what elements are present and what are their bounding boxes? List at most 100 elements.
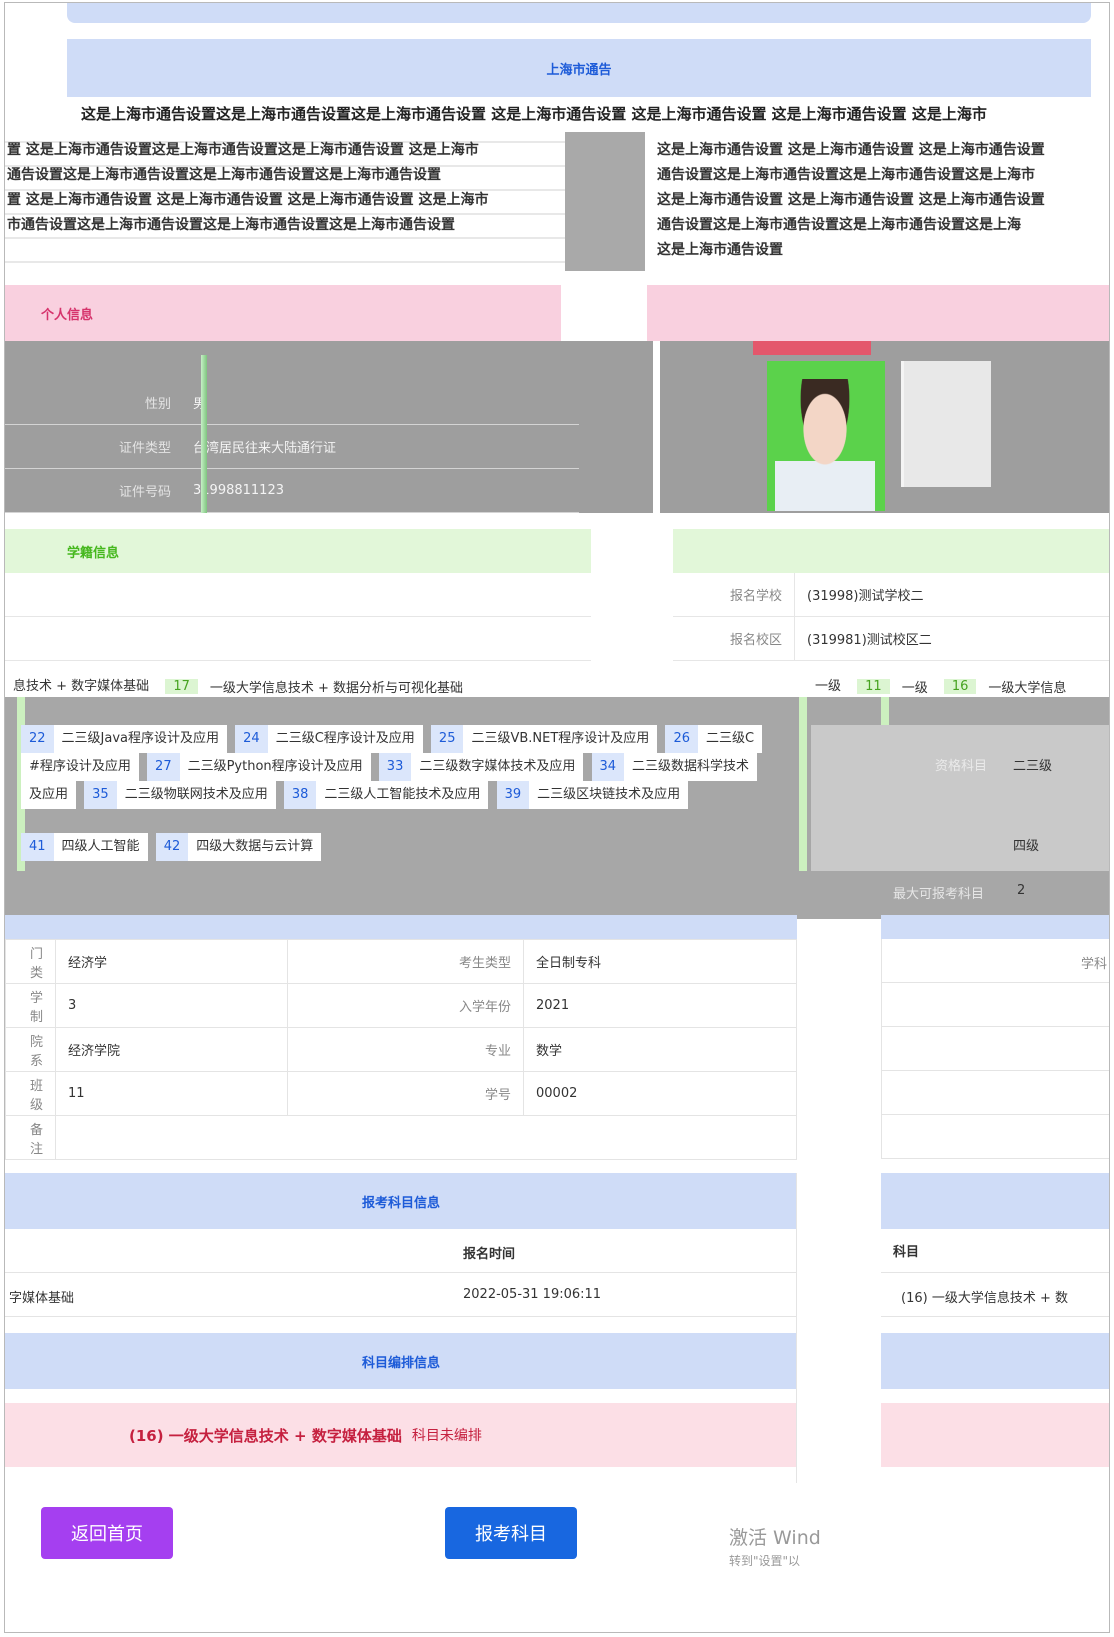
subject-tag[interactable]: 22 二三级Java程序设计及应用: [21, 725, 228, 753]
subject-name: 二三级人工智能技术及应用: [316, 781, 489, 809]
watermark-line: 转到"设置"以: [729, 1554, 801, 1568]
panel-border: [5, 1173, 797, 1483]
subject-number: 35: [84, 781, 117, 809]
activation-watermark: 激活 Wind 转到"设置"以: [729, 1523, 821, 1569]
subject-name: 二三级数据科学技术: [624, 753, 758, 781]
subject-tag[interactable]: 42 四级大数据与云计算: [155, 833, 322, 861]
subject-tag[interactable]: 16 一级大学信息: [943, 677, 1075, 696]
field-value: 3: [55, 983, 288, 1028]
back-home-button[interactable]: 返回首页: [41, 1507, 173, 1559]
subject-number: 24: [235, 725, 268, 753]
table-row: 门类 经济学 考生类型 全日制专科: [5, 939, 797, 984]
render-artifact: [753, 341, 871, 355]
subject-name: 二三级区块链技术及应用: [529, 781, 689, 809]
subject-tag[interactable]: 24 二三级C程序设计及应用: [235, 725, 423, 753]
subject-name: 二三级物联网技术及应用: [116, 781, 276, 809]
field-value: 台湾居民往来大陆通行证: [193, 441, 337, 456]
notice-line: 置 这是上海市通告设置这是上海市通告设置这是上海市通告设置 这是上海市: [7, 142, 479, 158]
subject-name: 二三级数字媒体技术及应用: [411, 753, 584, 781]
column-header-subject: 科目: [881, 1229, 1109, 1273]
subject-tag[interactable]: 及应用: [21, 781, 77, 809]
subject-name: 二三级C程序设计及应用: [267, 725, 423, 753]
field-label: 备注: [5, 1115, 56, 1160]
notice-line: 市通告设置这是上海市通告设置这是上海市通告设置这是上海市通告设置: [7, 217, 455, 233]
subject-tag[interactable]: 41 四级人工智能: [21, 833, 148, 861]
notice-line: 这是上海市通告设置 这是上海市通告设置 这是上海市通告设置: [657, 142, 1045, 158]
personal-info-title-right: [647, 285, 1109, 341]
table-row: 班级 11 学号 00002: [5, 1071, 797, 1116]
subject-name: 四级大数据与云计算: [188, 833, 322, 861]
student-info-right-table: 学科: [881, 939, 1109, 1159]
subject-name: 及应用: [21, 781, 77, 809]
subject-tag[interactable]: #程序设计及应用: [21, 753, 139, 781]
subject-tag[interactable]: 38 二三级人工智能技术及应用: [283, 781, 489, 809]
notice-line: 置 这是上海市通告设置 这是上海市通告设置 这是上海市通告设置 这是上海市: [7, 192, 489, 208]
field-value: 经济学: [55, 939, 288, 984]
student-photo: [767, 361, 885, 511]
subject-tag-row: #程序设计及应用 27 二三级Python程序设计及应用 33 二三级数字媒体技术及…: [21, 753, 797, 781]
enrollment-title-right: [673, 529, 1109, 573]
field-label: 报名学校: [673, 573, 795, 616]
subject-number: 42: [155, 833, 189, 861]
subject-tag[interactable]: 11 一级: [857, 677, 936, 696]
subject-tag[interactable]: 17 一级大学信息技术 + 数据分析与可视化基础: [165, 677, 472, 696]
schedule-alert-right: [881, 1403, 1109, 1467]
subject-tag[interactable]: 33 二三级数字媒体技术及应用: [378, 753, 584, 781]
subject-tag[interactable]: 34 二三级数据科学技术: [591, 753, 758, 781]
notice-line: 这是上海市通告设置: [657, 242, 783, 258]
qualification-label: 资格科目: [935, 759, 988, 774]
subject-tag[interactable]: 39 二三级区块链技术及应用: [496, 781, 689, 809]
apply-subject-button[interactable]: 报考科目: [445, 1507, 577, 1559]
table-row: [882, 1115, 1109, 1159]
notice-line: 通告设置这是上海市通告设置这是上海市通告设置这是上海市通告设置: [7, 167, 441, 183]
notice-overflow: 置 这是上海市通告设置这是上海市通告设置这是上海市通告设置 这是上海市 通告设置…: [5, 126, 1109, 271]
photo-panel: [660, 341, 1109, 513]
field-value: 全日制专科: [523, 939, 797, 984]
table-row: 院系 经济学院 专业 数学: [5, 1027, 797, 1072]
subject-tag[interactable]: 27 二三级Python程序设计及应用: [147, 753, 371, 781]
subject-number: 11: [857, 679, 890, 694]
subject-number: 34: [591, 753, 625, 781]
subject-name: 一级: [893, 677, 936, 696]
qualification-value: 二三级: [1013, 759, 1053, 774]
field-value: 00002: [523, 1071, 797, 1116]
field-label: 班级: [5, 1071, 56, 1116]
field-value: 2021: [523, 983, 797, 1028]
subject-name: 息技术 + 数字媒体基础: [5, 675, 158, 694]
subject-tag[interactable]: 息技术 + 数字媒体基础: [5, 675, 158, 694]
subject-name: 四级人工智能: [53, 833, 148, 861]
notice-line: 通告设置这是上海市通告设置这是上海市通告设置这是上海: [657, 217, 1021, 233]
subject-name: 二三级C: [697, 725, 763, 753]
table-row: 备注: [5, 1115, 797, 1160]
notice-line: 通告设置这是上海市通告设置这是上海市通告设置这是上海市: [657, 167, 1035, 183]
subject-tag[interactable]: 26 二三级C: [665, 725, 763, 753]
field-label: 专业: [287, 1027, 524, 1072]
table-row: [882, 1071, 1109, 1115]
subject-name: 一级大学信息技术 + 数据分析与可视化基础: [201, 677, 472, 696]
subject-tag-list: 22 二三级Java程序设计及应用 24 二三级C程序设计及应用 25 二三级VB.N…: [21, 725, 797, 861]
notice-line: 这是上海市通告设置 这是上海市通告设置 这是上海市通告设置: [657, 192, 1045, 208]
subject-name: 一级: [807, 675, 850, 694]
apply-subject-right: (16) 一级大学信息技术 + 数: [881, 1273, 1109, 1317]
subject-tag-row: 及应用 35 二三级物联网技术及应用 38 二三级人工智能技术及应用 39 二三级区块…: [21, 781, 797, 809]
apply-info-title-right: [881, 1173, 1109, 1229]
schedule-info-title-right: [881, 1333, 1109, 1389]
subject-tag[interactable]: 35 二三级物联网技术及应用: [84, 781, 276, 809]
max-subjects-label: 最大可报考科目: [893, 887, 985, 902]
personal-row-id-type: 证件类型 台湾居民往来大陆通行证: [5, 425, 579, 469]
top-bar: [67, 3, 1091, 23]
subject-number: 39: [496, 781, 530, 809]
field-label: 证件类型: [118, 441, 171, 456]
subject-tag[interactable]: 一级: [807, 675, 850, 694]
personal-info-title: 个人信息: [5, 285, 561, 341]
notice-left-column: 置 这是上海市通告设置这是上海市通告设置这是上海市通告设置 这是上海市 通告设置…: [5, 138, 565, 263]
level-one-subjects: 息技术 + 数字媒体基础 17 一级大学信息技术 + 数据分析与可视化基础 一级 …: [5, 675, 1109, 697]
subject-number: 38: [283, 781, 317, 809]
field-value: 数学: [523, 1027, 797, 1072]
table-row: [5, 573, 591, 617]
subject-name: 二三级VB.NET程序设计及应用: [463, 725, 658, 753]
subject-name: 二三级Python程序设计及应用: [179, 753, 371, 781]
notice-title: 上海市通告: [67, 39, 1091, 97]
subject-tag[interactable]: 25 二三级VB.NET程序设计及应用: [430, 725, 658, 753]
field-label: 学制: [5, 983, 56, 1028]
